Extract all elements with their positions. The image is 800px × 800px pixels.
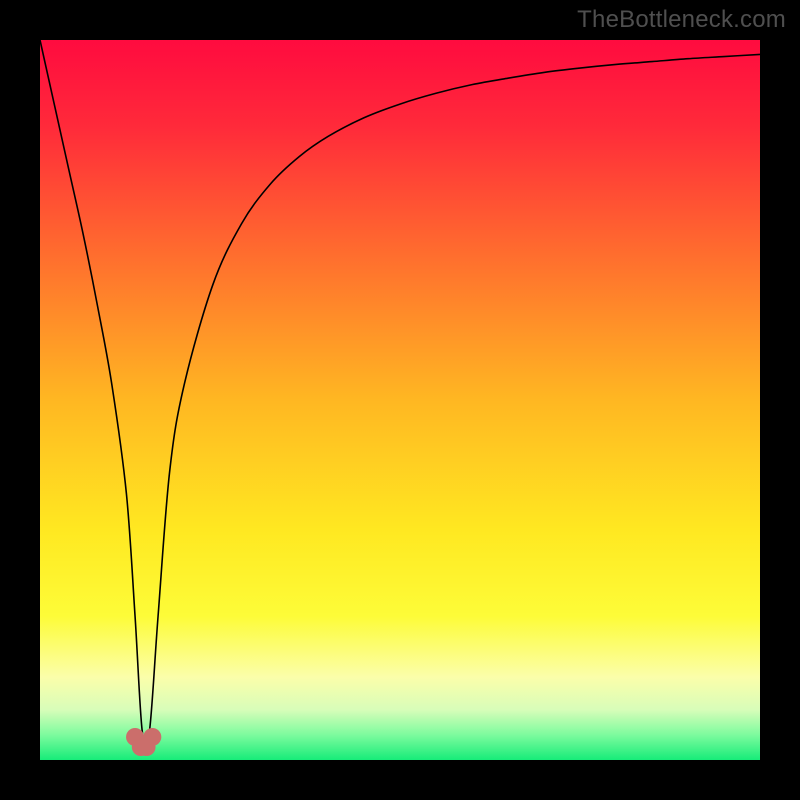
chart-frame: TheBottleneck.com	[0, 0, 800, 800]
chart-background	[40, 40, 760, 760]
watermark-text: TheBottleneck.com	[577, 6, 786, 34]
valley-marker	[143, 728, 161, 746]
chart-svg	[40, 40, 760, 760]
plot-area	[40, 40, 760, 760]
